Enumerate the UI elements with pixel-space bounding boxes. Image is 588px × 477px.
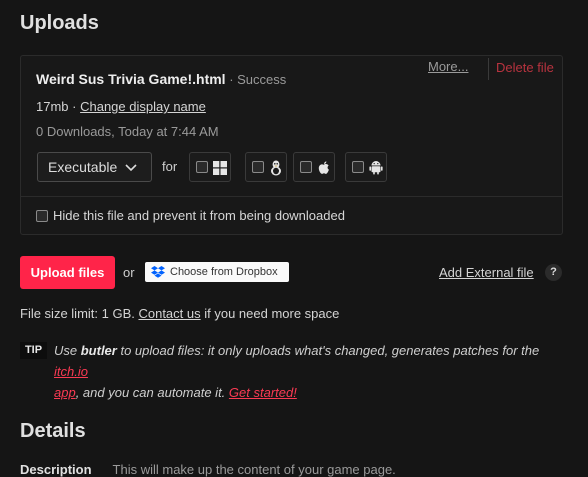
butler-term: butler — [80, 343, 117, 358]
add-external-file-link[interactable]: Add External file — [439, 265, 534, 280]
android-icon — [369, 161, 383, 175]
details-heading: Details — [20, 420, 86, 442]
description-hint: This will make up the content of your ga… — [112, 462, 396, 477]
dropbox-icon — [151, 266, 165, 278]
chevron-down-icon — [125, 164, 137, 172]
get-started-link[interactable]: Get started! — [229, 385, 297, 400]
itchio-link[interactable]: itch.io — [54, 364, 88, 379]
app-link[interactable]: app — [54, 385, 76, 400]
hide-file-label[interactable]: Hide this file and prevent it from being… — [53, 208, 345, 223]
tip-badge: TIP — [20, 342, 47, 359]
help-icon[interactable]: ? — [545, 264, 562, 281]
delete-label[interactable]: Delete file — [496, 60, 554, 75]
more-label[interactable]: More... — [428, 59, 468, 74]
upload-files-button[interactable]: Upload files — [20, 256, 115, 289]
mac-checkbox[interactable] — [300, 161, 312, 173]
windows-icon — [213, 161, 227, 175]
upload-status: Success — [237, 72, 287, 87]
contact-us-link[interactable]: Contact us — [138, 306, 200, 321]
file-meta-row: 17mb · Change display name — [36, 99, 206, 114]
tip-text-1: to upload files: it only uploads what's … — [116, 343, 540, 358]
file-name: Weird Sus Trivia Game!.html — [36, 71, 226, 87]
more-link[interactable]: More... — [428, 59, 468, 74]
description-label: Description — [20, 462, 92, 477]
choose-from-dropbox-button[interactable]: Choose from Dropbox — [145, 262, 289, 282]
platform-linux-option[interactable] — [245, 152, 287, 182]
apple-icon — [318, 161, 329, 174]
action-divider — [488, 58, 489, 80]
tip-text-2: , and you can automate it. — [75, 385, 229, 400]
dropbox-label: Choose from Dropbox — [170, 266, 278, 278]
hide-file-checkbox[interactable] — [36, 210, 48, 222]
size-separator: · — [68, 99, 81, 114]
tip-use: Use — [54, 343, 81, 358]
uploads-heading: Uploads — [20, 12, 99, 34]
description-row: Description This will make up the conten… — [20, 462, 396, 477]
delete-file-button[interactable]: Delete file — [496, 60, 554, 75]
hide-file-row[interactable]: Hide this file and prevent it from being… — [36, 208, 345, 223]
file-size: 17mb — [36, 99, 69, 114]
size-limit-prefix: File size limit: 1 GB. — [20, 306, 139, 321]
platform-mac-option[interactable] — [293, 152, 335, 182]
downloads-info: 0 Downloads, Today at 7:44 AM — [36, 124, 219, 139]
file-type-value: Executable — [48, 159, 118, 175]
butler-tip-text: Use butler to upload files: it only uplo… — [54, 340, 574, 403]
linux-icon — [271, 160, 281, 176]
for-label: for — [162, 159, 178, 174]
status-separator: · — [225, 72, 238, 87]
linux-checkbox[interactable] — [252, 161, 264, 173]
change-display-name-link[interactable]: Change display name — [80, 99, 206, 114]
file-type-select[interactable]: Executable — [37, 152, 152, 182]
file-title-row: Weird Sus Trivia Game!.html · Success — [36, 71, 286, 87]
android-checkbox[interactable] — [352, 161, 364, 173]
or-label: or — [123, 265, 135, 280]
size-limit-suffix: if you need more space — [200, 306, 340, 321]
windows-checkbox[interactable] — [196, 161, 208, 173]
upload-item-card: Weird Sus Trivia Game!.html · Success Mo… — [20, 55, 563, 235]
platform-windows-option[interactable] — [189, 152, 231, 182]
card-divider — [21, 196, 562, 197]
platform-android-option[interactable] — [345, 152, 387, 182]
file-size-limit-text: File size limit: 1 GB. Contact us if you… — [20, 306, 339, 321]
